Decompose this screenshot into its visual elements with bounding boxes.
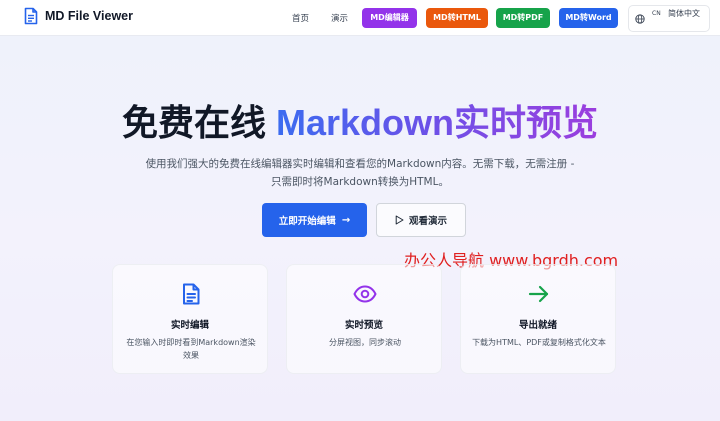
hero-title: 免费在线 Markdown实时预览 — [0, 101, 720, 145]
feature-card-live-edit: 实时编辑 在您输入时即时看到Markdown渲染效果 — [112, 264, 268, 374]
language-code: CN — [652, 10, 661, 17]
language-name: 简体中文 — [668, 9, 700, 18]
feature-description: 下载为HTML、PDF或复制格式化文本 — [472, 338, 606, 347]
nav-link-demo[interactable]: 演示 — [331, 12, 348, 24]
language-selector[interactable]: CN 简体中文 — [628, 5, 710, 32]
md-to-word-button[interactable]: MD转Word — [559, 8, 618, 28]
feature-title: 导出就绪 — [518, 320, 557, 331]
hero-title-highlight: Markdown实时预览 — [276, 102, 599, 143]
app-name: MD File Viewer — [45, 9, 133, 23]
top-navbar: MD File Viewer 首页 演示 MD编辑器 MD转HTML MD转PD… — [0, 0, 720, 36]
arrow-right-icon — [528, 285, 549, 303]
start-editing-label: 立即开始编辑 — [278, 216, 336, 227]
hero-title-plain: 免费在线 — [121, 102, 276, 143]
feature-description: 在您输入时即时看到Markdown渲染效果 — [126, 338, 256, 360]
eye-icon — [353, 285, 377, 303]
md-editor-button[interactable]: MD编辑器 — [362, 8, 417, 28]
globe-icon — [635, 14, 645, 24]
md-to-pdf-button[interactable]: MD转PDF — [496, 8, 550, 28]
feature-card-export: 导出就绪 下载为HTML、PDF或复制格式化文本 — [460, 264, 616, 374]
nav-link-home[interactable]: 首页 — [292, 12, 309, 24]
play-icon — [395, 215, 404, 225]
watch-demo-label: 观看演示 — [408, 216, 447, 227]
hero-description: 使用我们强大的免费在线编辑器实时编辑和查看您的Markdown内容。无需下载，无… — [145, 158, 575, 188]
app-logo[interactable]: MD File Viewer — [24, 7, 133, 25]
feature-title: 实时预览 — [344, 320, 383, 331]
start-editing-button[interactable]: 立即开始编辑 → — [262, 203, 367, 237]
document-icon — [183, 283, 200, 305]
watch-demo-button[interactable]: 观看演示 — [376, 203, 466, 237]
feature-description: 分屏视图，同步滚动 — [329, 338, 401, 347]
feature-title: 实时编辑 — [170, 320, 209, 331]
md-to-html-button[interactable]: MD转HTML — [426, 8, 488, 28]
document-icon — [24, 7, 38, 25]
feature-card-live-preview: 实时预览 分屏视图，同步滚动 — [286, 264, 442, 374]
arrow-right-icon: → — [341, 214, 351, 226]
